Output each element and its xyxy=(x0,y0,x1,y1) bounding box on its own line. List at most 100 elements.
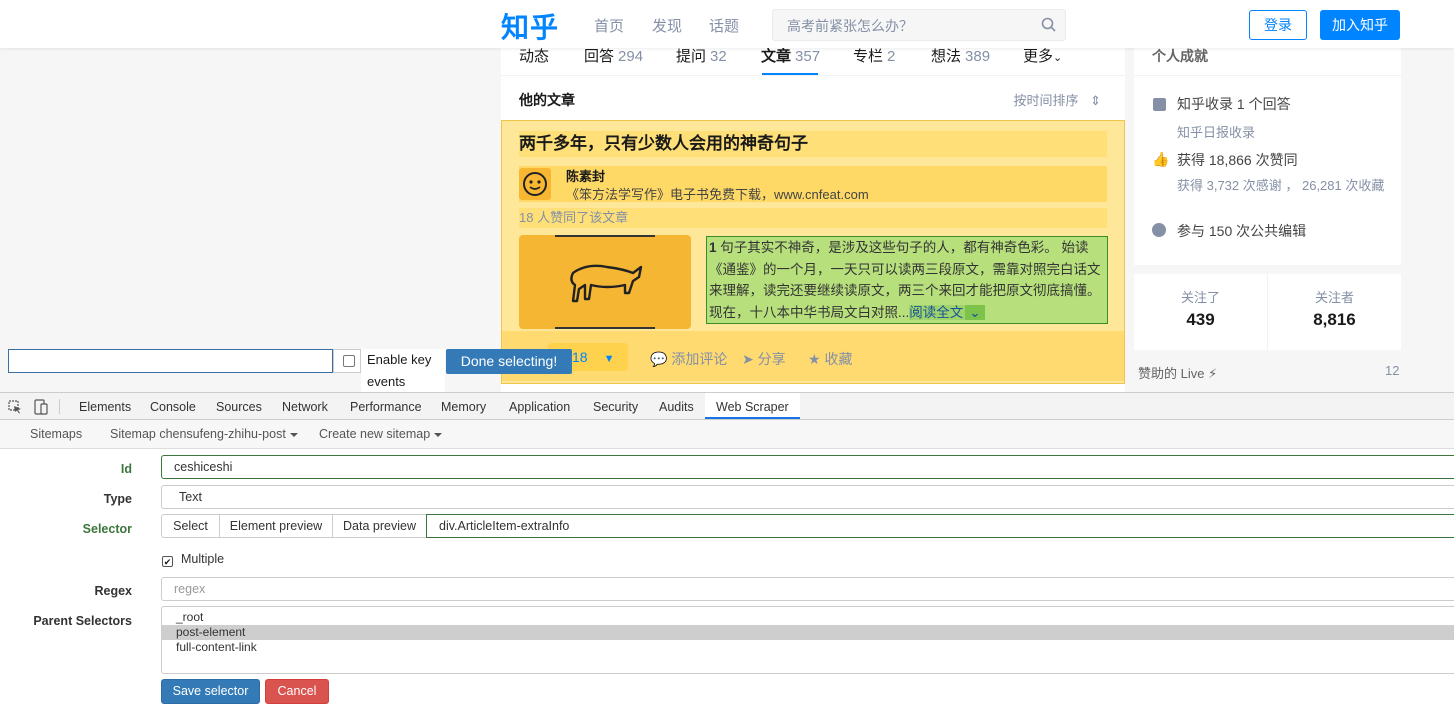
caret-down-icon xyxy=(289,432,298,437)
done-selecting-button[interactable]: Done selecting! xyxy=(446,349,572,374)
enable-key-events-checkbox[interactable] xyxy=(343,355,355,367)
parent-selectors-label: Parent Selectors xyxy=(33,614,132,628)
followers-count: 8,816 xyxy=(1313,310,1356,329)
devtools-tab-network[interactable]: Network xyxy=(282,400,328,414)
selector-label: Selector xyxy=(82,522,132,536)
tab-activity[interactable]: 动态 xyxy=(519,45,549,66)
join-button[interactable]: 加入知乎 xyxy=(1320,10,1400,40)
bull-drawing-icon xyxy=(570,264,643,303)
devtools-tab-performance[interactable]: Performance xyxy=(350,400,422,414)
tab-questions[interactable]: 提问 32 xyxy=(676,45,727,66)
select-button[interactable]: Select xyxy=(161,514,220,538)
article-cover-image[interactable] xyxy=(519,235,691,329)
tab-answers[interactable]: 回答 294 xyxy=(584,45,643,66)
tab-count: 389 xyxy=(965,48,991,65)
checkmark-icon: ✔ xyxy=(163,557,172,567)
element-preview-button[interactable]: Element preview xyxy=(219,514,333,538)
nav-sitemaps[interactable]: Sitemaps xyxy=(30,427,82,441)
devtools-tab-application[interactable]: Application xyxy=(509,400,570,414)
follow-card: 关注了 439 关注者 8,816 xyxy=(1134,274,1401,350)
zhihu-logo[interactable]: 知乎 xyxy=(501,6,559,46)
chevron-down-icon: ⌄ xyxy=(965,304,985,320)
parent-option[interactable]: _root xyxy=(162,610,1454,625)
comment-label: 添加评论 xyxy=(671,351,728,367)
regex-input[interactable]: regex xyxy=(161,577,1454,601)
devtools-tabbar: Elements Console Sources Network Perform… xyxy=(0,392,1454,420)
send-icon: ➤ xyxy=(742,351,754,367)
data-preview-button[interactable]: Data preview xyxy=(332,514,427,538)
enable-key-events-label: Enable key events xyxy=(361,349,445,393)
tab-columns[interactable]: 专栏 2 xyxy=(853,45,895,66)
article-excerpt[interactable]: 1 句子其实不神奇，是涉及这些句子的人，都有神奇色彩。 始读《通鉴》的一个月，一… xyxy=(706,236,1108,324)
read-more-link[interactable]: 阅读全文 ⌄ xyxy=(909,304,985,320)
cancel-button[interactable]: Cancel xyxy=(265,679,329,704)
parent-option-selected[interactable]: post-element xyxy=(162,625,1454,640)
inspect-element-icon[interactable] xyxy=(8,400,22,414)
sort-dropdown[interactable]: 按时间排序 ⇕ xyxy=(1013,90,1101,109)
nav-create-sitemap-dropdown[interactable]: Create new sitemap xyxy=(319,427,443,441)
nav-topics[interactable]: 话题 xyxy=(709,15,739,36)
author-bio: 《笨方法学写作》电子书免费下载，www.cnfeat.com xyxy=(566,187,869,202)
nav-explore[interactable]: 发现 xyxy=(652,15,682,36)
article-title[interactable]: 两千多年，只有少数人会用的神奇句子 xyxy=(519,131,1107,157)
vote-summary: 18 人赞同了该文章 xyxy=(519,208,1107,228)
author-name[interactable]: 陈素封 xyxy=(566,166,605,185)
search-input[interactable]: 高考前紧张怎么办？ xyxy=(772,9,1066,41)
devtools-tab-console[interactable]: Console xyxy=(150,400,196,414)
avatar[interactable] xyxy=(519,168,551,200)
nav-home[interactable]: 首页 xyxy=(594,15,624,36)
save-selector-button[interactable]: Save selector xyxy=(161,679,260,704)
zhihu-page: 动态 回答 294 提问 32 文章 357 专栏 2 想法 389 更多⌄ 他的文章 按… xyxy=(0,0,1454,392)
devtools-tab-web-scraper[interactable]: Web Scraper xyxy=(705,393,800,419)
login-button[interactable]: 登录 xyxy=(1249,10,1307,40)
device-toolbar-icon[interactable] xyxy=(34,399,48,415)
search-placeholder: 高考前紧张怎么办？ xyxy=(787,18,913,34)
tab-label: 专栏 xyxy=(853,48,884,65)
parent-selectors-listbox[interactable]: _root post-element full-content-link xyxy=(161,606,1454,674)
article-item[interactable]: 两千多年，只有少数人会用的神奇句子 陈素封 《笨方法学写作》电子书免费下载，ww… xyxy=(501,120,1125,384)
thanks-stat: 获得 3,732 次感谢 ， 26,281 次收藏 xyxy=(1177,178,1385,193)
devtools-tab-elements[interactable]: Elements xyxy=(79,400,131,414)
share-button[interactable]: ➤ 分享 xyxy=(742,349,786,369)
devtools-tab-memory[interactable]: Memory xyxy=(441,400,486,414)
tab-label: 回答 xyxy=(584,48,615,65)
enable-key-events-checkbox-cell xyxy=(333,349,361,373)
caret-down-icon xyxy=(434,432,443,437)
parent-option[interactable]: full-content-link xyxy=(162,640,1454,655)
profile-main-card: 动态 回答 294 提问 32 文章 357 专栏 2 想法 389 更多⌄ 他的文章 按… xyxy=(501,30,1125,392)
id-label: Id xyxy=(120,462,132,476)
downvote-triangle-icon[interactable]: ▼ xyxy=(604,353,615,365)
id-input[interactable]: ceshiceshi xyxy=(161,455,1454,479)
excerpt-text: 句子其实不神奇，是涉及这些句子的人，都有神奇色彩。 始读《通鉴》的一个月，一天只… xyxy=(709,240,1101,320)
followers-link[interactable]: 关注者 8,816 xyxy=(1268,274,1401,350)
daily-collect-link[interactable]: 知乎日报收录 xyxy=(1177,122,1255,141)
edits-stat: 参与 150 次公共编辑 xyxy=(1177,223,1307,239)
search-icon[interactable] xyxy=(1041,17,1056,32)
selector-input[interactable]: div.ArticleItem-extraInfo xyxy=(426,514,1454,538)
tab-count: 357 xyxy=(795,48,821,65)
tab-more[interactable]: 更多⌄ xyxy=(1023,45,1062,66)
divider xyxy=(59,399,60,414)
devtools-tab-audits[interactable]: Audits xyxy=(659,400,694,414)
nav-sitemap-dropdown[interactable]: Sitemap chensufeng-zhihu-post xyxy=(110,427,298,441)
tab-ideas[interactable]: 想法 389 xyxy=(931,45,990,66)
devtools-tab-security[interactable]: Security xyxy=(593,400,638,414)
sort-label: 按时间排序 xyxy=(1013,93,1079,108)
following-label: 关注了 xyxy=(1180,290,1220,305)
thumbs-up-icon: 👍 xyxy=(1152,151,1170,167)
collect-button[interactable]: ★ 收藏 xyxy=(808,349,852,369)
read-more-label: 阅读全文 xyxy=(909,304,964,320)
tab-count: 2 xyxy=(887,48,896,65)
chevron-down-icon: ⌄ xyxy=(1053,52,1063,64)
edit-icon xyxy=(1152,223,1166,237)
collect-label: 收藏 xyxy=(824,351,853,367)
type-select[interactable]: Text xyxy=(161,485,1454,509)
tab-articles[interactable]: 文章 357 xyxy=(761,45,820,66)
comment-button[interactable]: 💬 添加评论 xyxy=(650,349,727,369)
live-link[interactable]: 赞助的 Live ⚡ xyxy=(1138,363,1217,382)
selected-element-input[interactable] xyxy=(8,349,333,373)
following-link[interactable]: 关注了 439 xyxy=(1134,274,1268,350)
devtools-tab-sources[interactable]: Sources xyxy=(216,400,262,414)
multiple-checkbox[interactable]: ✔ xyxy=(162,556,173,567)
sort-icon: ⇕ xyxy=(1090,93,1101,108)
